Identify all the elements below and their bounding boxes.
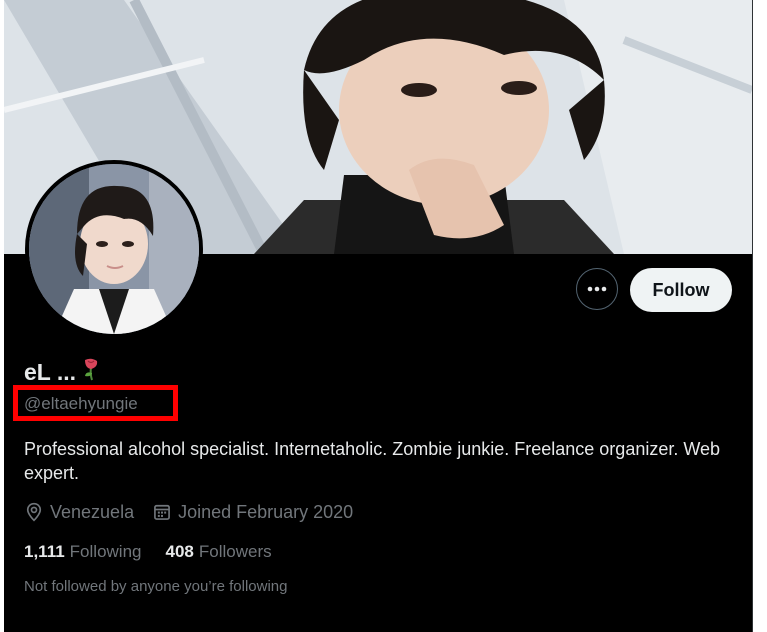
following-link[interactable]: 1,111 Following: [24, 542, 141, 562]
avatar[interactable]: [29, 164, 199, 334]
follow-button[interactable]: Follow: [630, 268, 732, 312]
screenshot-frame: Follow eL ... @eltaehyungie Professional…: [0, 0, 767, 632]
avatar-border: [25, 160, 203, 338]
profile-column: Follow eL ... @eltaehyungie Professional…: [4, 0, 752, 632]
display-name: eL ...: [24, 358, 100, 386]
more-horizontal-icon: [587, 286, 607, 292]
followers-count: 408: [165, 542, 194, 561]
location-pin-icon: [26, 502, 42, 522]
followers-link[interactable]: 408 Followers: [165, 542, 271, 562]
joined-text: Joined February 2020: [178, 501, 354, 522]
joined-item: Joined February 2020: [152, 502, 353, 523]
profile-bio: Professional alcohol specialist. Interne…: [24, 439, 721, 483]
profile-stats: 1,111 Following 408 Followers: [24, 540, 296, 564]
display-name-text: eL ...: [24, 358, 76, 385]
right-edge: [752, 0, 767, 632]
following-count: 1,111: [24, 542, 65, 561]
handle-highlight-box: [13, 385, 178, 421]
wilted-flower-emoji: [82, 357, 100, 387]
following-label: Following: [69, 542, 142, 561]
calendar-icon: [154, 504, 170, 520]
location-item: Venezuela: [24, 502, 134, 523]
avatar-image: [29, 164, 199, 334]
more-options-button[interactable]: [576, 268, 618, 310]
followers-label: Followers: [198, 542, 272, 561]
profile-meta: Venezuela Joined February 2020: [24, 500, 371, 524]
not-followed-text: Not followed by anyone you’re following: [24, 578, 288, 595]
wilted-flower-icon: [85, 358, 98, 381]
location-text: Venezuela: [50, 501, 135, 522]
